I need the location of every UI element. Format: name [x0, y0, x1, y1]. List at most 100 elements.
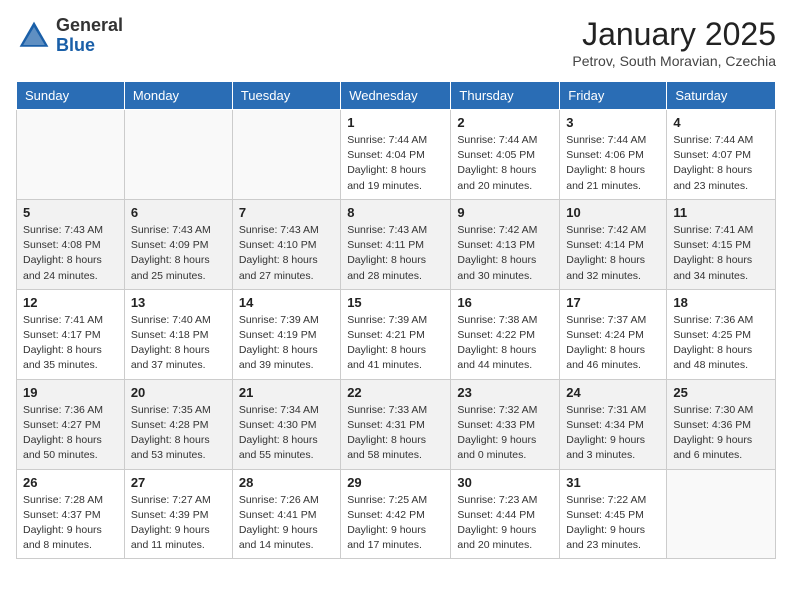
title-area: January 2025 Petrov, South Moravian, Cze…: [572, 16, 776, 69]
calendar-cell: 27 Sunrise: 7:27 AM Sunset: 4:39 PM Dayli…: [124, 469, 232, 559]
logo: General Blue: [16, 16, 123, 56]
day-info: Sunrise: 7:40 AM Sunset: 4:18 PM Dayligh…: [131, 313, 226, 374]
column-header-wednesday: Wednesday: [341, 82, 451, 110]
day-number: 11: [673, 205, 769, 220]
day-number: 25: [673, 385, 769, 400]
calendar-cell: 28 Sunrise: 7:26 AM Sunset: 4:41 PM Dayli…: [232, 469, 340, 559]
day-number: 18: [673, 295, 769, 310]
day-number: 19: [23, 385, 118, 400]
day-number: 4: [673, 115, 769, 130]
calendar-cell: 15 Sunrise: 7:39 AM Sunset: 4:21 PM Dayli…: [341, 289, 451, 379]
calendar-cell: 31Sunrise: 7:22 AM Sunset: 4:45 PM Dayli…: [560, 469, 667, 559]
day-number: 27: [131, 475, 226, 490]
month-year-title: January 2025: [572, 16, 776, 53]
column-header-sunday: Sunday: [17, 82, 125, 110]
day-info: Sunrise: 7:41 AM Sunset: 4:17 PM Dayligh…: [23, 313, 118, 374]
day-info: Sunrise: 7:39 AM Sunset: 4:19 PM Dayligh…: [239, 313, 334, 374]
day-number: 21: [239, 385, 334, 400]
day-number: 3: [566, 115, 660, 130]
column-header-friday: Friday: [560, 82, 667, 110]
day-info: Sunrise: 7:42 AM Sunset: 4:14 PM Dayligh…: [566, 223, 660, 284]
calendar-cell: 22 Sunrise: 7:33 AM Sunset: 4:31 PM Dayli…: [341, 379, 451, 469]
day-info: Sunrise: 7:36 AM Sunset: 4:27 PM Dayligh…: [23, 403, 118, 464]
day-info: Sunrise: 7:39 AM Sunset: 4:21 PM Dayligh…: [347, 313, 444, 374]
day-info: Sunrise: 7:35 AM Sunset: 4:28 PM Dayligh…: [131, 403, 226, 464]
day-info: Sunrise: 7:44 AM Sunset: 4:07 PM Dayligh…: [673, 133, 769, 194]
day-info: Sunrise: 7:41 AM Sunset: 4:15 PM Dayligh…: [673, 223, 769, 284]
day-number: 6: [131, 205, 226, 220]
calendar-week-row: 5 Sunrise: 7:43 AM Sunset: 4:08 PM Daylig…: [17, 199, 776, 289]
day-info: Sunrise: 7:33 AM Sunset: 4:31 PM Dayligh…: [347, 403, 444, 464]
calendar-week-row: 1Sunrise: 7:44 AM Sunset: 4:04 PM Daylig…: [17, 110, 776, 200]
day-info: Sunrise: 7:44 AM Sunset: 4:05 PM Dayligh…: [457, 133, 553, 194]
day-info: Sunrise: 7:32 AM Sunset: 4:33 PM Dayligh…: [457, 403, 553, 464]
calendar-cell: [17, 110, 125, 200]
day-info: Sunrise: 7:26 AM Sunset: 4:41 PM Dayligh…: [239, 493, 334, 554]
calendar-cell: [232, 110, 340, 200]
column-header-thursday: Thursday: [451, 82, 560, 110]
calendar-cell: 19 Sunrise: 7:36 AM Sunset: 4:27 PM Dayli…: [17, 379, 125, 469]
calendar-cell: 20 Sunrise: 7:35 AM Sunset: 4:28 PM Dayli…: [124, 379, 232, 469]
calendar-cell: 3 Sunrise: 7:44 AM Sunset: 4:06 PM Daylig…: [560, 110, 667, 200]
logo-general-text: General: [56, 16, 123, 36]
day-number: 9: [457, 205, 553, 220]
day-number: 28: [239, 475, 334, 490]
day-number: 5: [23, 205, 118, 220]
calendar-cell: 14 Sunrise: 7:39 AM Sunset: 4:19 PM Dayli…: [232, 289, 340, 379]
calendar-cell: 1Sunrise: 7:44 AM Sunset: 4:04 PM Daylig…: [341, 110, 451, 200]
day-info: Sunrise: 7:43 AM Sunset: 4:08 PM Dayligh…: [23, 223, 118, 284]
calendar-cell: 29 Sunrise: 7:25 AM Sunset: 4:42 PM Dayli…: [341, 469, 451, 559]
day-info: Sunrise: 7:31 AM Sunset: 4:34 PM Dayligh…: [566, 403, 660, 464]
calendar-cell: 18 Sunrise: 7:36 AM Sunset: 4:25 PM Dayli…: [667, 289, 776, 379]
day-info: Sunrise: 7:38 AM Sunset: 4:22 PM Dayligh…: [457, 313, 553, 374]
day-number: 14: [239, 295, 334, 310]
day-number: 15: [347, 295, 444, 310]
logo-blue-text: Blue: [56, 36, 123, 56]
calendar-cell: 10 Sunrise: 7:42 AM Sunset: 4:14 PM Dayli…: [560, 199, 667, 289]
day-info: Sunrise: 7:36 AM Sunset: 4:25 PM Dayligh…: [673, 313, 769, 374]
day-info: Sunrise: 7:27 AM Sunset: 4:39 PM Dayligh…: [131, 493, 226, 554]
day-number: 8: [347, 205, 444, 220]
day-info: Sunrise: 7:34 AM Sunset: 4:30 PM Dayligh…: [239, 403, 334, 464]
column-header-saturday: Saturday: [667, 82, 776, 110]
calendar-cell: 12 Sunrise: 7:41 AM Sunset: 4:17 PM Dayli…: [17, 289, 125, 379]
calendar-week-row: 12 Sunrise: 7:41 AM Sunset: 4:17 PM Dayli…: [17, 289, 776, 379]
calendar-cell: 17 Sunrise: 7:37 AM Sunset: 4:24 PM Dayli…: [560, 289, 667, 379]
calendar-cell: 21 Sunrise: 7:34 AM Sunset: 4:30 PM Dayli…: [232, 379, 340, 469]
day-info: Sunrise: 7:25 AM Sunset: 4:42 PM Dayligh…: [347, 493, 444, 554]
calendar-cell: [124, 110, 232, 200]
column-header-monday: Monday: [124, 82, 232, 110]
calendar-cell: 4 Sunrise: 7:44 AM Sunset: 4:07 PM Daylig…: [667, 110, 776, 200]
day-number: 30: [457, 475, 553, 490]
day-number: 13: [131, 295, 226, 310]
day-info: Sunrise: 7:22 AM Sunset: 4:45 PM Dayligh…: [566, 493, 660, 554]
day-number: 10: [566, 205, 660, 220]
day-info: Sunrise: 7:43 AM Sunset: 4:10 PM Dayligh…: [239, 223, 334, 284]
day-info: Sunrise: 7:43 AM Sunset: 4:11 PM Dayligh…: [347, 223, 444, 284]
calendar-cell: 13 Sunrise: 7:40 AM Sunset: 4:18 PM Dayli…: [124, 289, 232, 379]
day-number: 20: [131, 385, 226, 400]
calendar-week-row: 26Sunrise: 7:28 AM Sunset: 4:37 PM Dayli…: [17, 469, 776, 559]
day-number: 12: [23, 295, 118, 310]
day-number: 1: [347, 115, 444, 130]
day-number: 23: [457, 385, 553, 400]
day-number: 2: [457, 115, 553, 130]
day-number: 17: [566, 295, 660, 310]
location-subtitle: Petrov, South Moravian, Czechia: [572, 53, 776, 69]
logo-icon: [16, 18, 52, 54]
calendar-cell: 6Sunrise: 7:43 AM Sunset: 4:09 PM Daylig…: [124, 199, 232, 289]
calendar-cell: 9Sunrise: 7:42 AM Sunset: 4:13 PM Daylig…: [451, 199, 560, 289]
calendar-cell: [667, 469, 776, 559]
day-number: 22: [347, 385, 444, 400]
day-number: 16: [457, 295, 553, 310]
day-number: 7: [239, 205, 334, 220]
day-info: Sunrise: 7:30 AM Sunset: 4:36 PM Dayligh…: [673, 403, 769, 464]
day-number: 24: [566, 385, 660, 400]
day-number: 29: [347, 475, 444, 490]
day-info: Sunrise: 7:44 AM Sunset: 4:06 PM Dayligh…: [566, 133, 660, 194]
day-number: 26: [23, 475, 118, 490]
column-header-tuesday: Tuesday: [232, 82, 340, 110]
day-info: Sunrise: 7:37 AM Sunset: 4:24 PM Dayligh…: [566, 313, 660, 374]
calendar-cell: 26Sunrise: 7:28 AM Sunset: 4:37 PM Dayli…: [17, 469, 125, 559]
calendar-cell: 25 Sunrise: 7:30 AM Sunset: 4:36 PM Dayli…: [667, 379, 776, 469]
